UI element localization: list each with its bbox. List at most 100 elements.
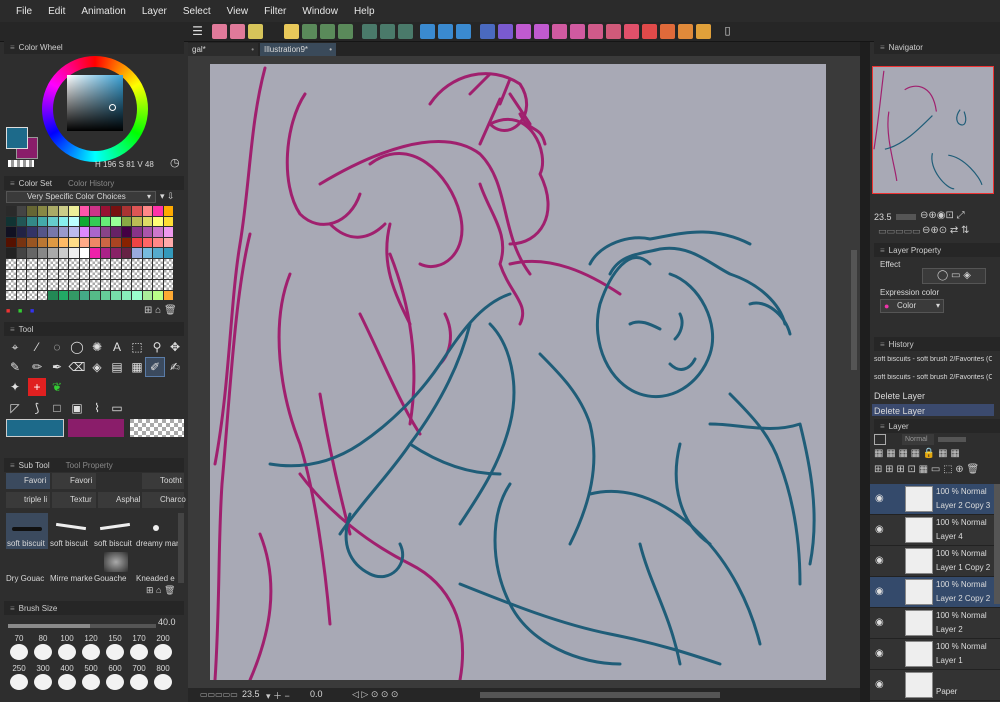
layer-row[interactable]: ◉ 100 % Normal Layer 1 Copy 2 [870, 546, 1000, 577]
empty-swatch[interactable] [69, 259, 79, 269]
brush-size-preset[interactable] [82, 644, 100, 660]
color-swatch[interactable] [163, 290, 173, 300]
brush-tool-icon[interactable]: ✒ [48, 358, 66, 376]
layer-icon-3[interactable] [338, 24, 353, 39]
history-item-3[interactable]: Delete Layer [874, 391, 925, 401]
figure-tool-icon[interactable]: ▦ [128, 358, 146, 376]
empty-swatch[interactable] [142, 280, 152, 290]
color-swatch[interactable] [153, 237, 163, 247]
navigator-rotate-buttons[interactable]: ⊖⊕⊙ ⇄ ⇅ [922, 225, 969, 236]
color-swatch[interactable] [58, 216, 68, 226]
empty-swatch[interactable] [16, 269, 26, 279]
color-swatch[interactable] [121, 290, 131, 300]
color-swatch[interactable] [69, 227, 79, 237]
effect-buttons[interactable]: ◯ ▭ ◈ [922, 268, 986, 284]
color-swatch[interactable] [132, 227, 142, 237]
blend-tool-icon[interactable]: ⌇ [88, 399, 106, 417]
eye-icon[interactable]: ◉ [875, 617, 884, 628]
color-swatch[interactable] [48, 206, 58, 216]
tab-illustration9[interactable]: Illustration9* • [260, 43, 336, 56]
eye-icon[interactable]: ◉ [875, 679, 884, 690]
red-plus-tool-icon[interactable]: + [28, 378, 46, 396]
color-swatch[interactable] [90, 237, 100, 247]
color-swatch[interactable] [121, 206, 131, 216]
brush-size-preset[interactable] [34, 674, 52, 690]
brush-size-preset[interactable] [10, 644, 28, 660]
color-swatch[interactable] [58, 227, 68, 237]
color-swatch[interactable] [37, 227, 47, 237]
brush-preset-4[interactable]: dreamy mar [136, 513, 179, 549]
expression-color-dropdown[interactable]: ● Color ▾ [880, 299, 944, 313]
color-swatch[interactable] [163, 237, 173, 247]
zoom-out-icon[interactable] [534, 24, 549, 39]
color-swatch[interactable] [90, 206, 100, 216]
empty-swatch[interactable] [48, 269, 58, 279]
layer-row[interactable]: ◉ 100 % Normal Layer 2 Copy 3 [870, 484, 1000, 515]
text-tool-icon[interactable]: A [108, 338, 126, 356]
color-swatch[interactable] [100, 206, 110, 216]
color-swatch[interactable] [16, 206, 26, 216]
empty-swatch[interactable] [153, 259, 163, 269]
color-swatch[interactable] [142, 290, 152, 300]
color-swatch[interactable] [69, 237, 79, 247]
empty-swatch[interactable] [48, 280, 58, 290]
color-set-action-icons[interactable]: ⊞ ⌂ 🗑 [144, 305, 177, 316]
color-swatch[interactable] [111, 237, 121, 247]
brush-preset-3[interactable]: soft biscuit [94, 513, 136, 549]
color-swatch[interactable] [37, 237, 47, 247]
brush-preset-5-label[interactable]: Dry Gouac [6, 574, 44, 583]
color-swatch[interactable] [163, 216, 173, 226]
color-swatch[interactable] [132, 248, 142, 258]
navigator-zoom-buttons[interactable]: ⊖⊕◉⊡ ⤢ [920, 210, 965, 221]
color-swatch[interactable] [27, 248, 37, 258]
empty-swatch[interactable] [27, 259, 37, 269]
drawing-canvas[interactable] [210, 64, 826, 680]
menu-view[interactable]: View [227, 6, 249, 17]
empty-swatch[interactable] [79, 259, 89, 269]
pencil-tool-icon[interactable]: ✏ [28, 358, 46, 376]
empty-swatch[interactable] [153, 269, 163, 279]
empty-swatch[interactable] [37, 269, 47, 279]
color-swatch[interactable] [90, 216, 100, 226]
empty-swatch[interactable] [90, 259, 100, 269]
color-swatch[interactable] [79, 248, 89, 258]
color-swatch[interactable] [58, 290, 68, 300]
color-swatch[interactable] [163, 206, 173, 216]
fill-tool-icon[interactable]: ◈ [88, 358, 106, 376]
brush-size-preset[interactable] [106, 644, 124, 660]
eye-icon[interactable]: ◉ [875, 493, 884, 504]
color-swatch[interactable] [121, 248, 131, 258]
empty-swatch[interactable] [27, 269, 37, 279]
brush-size-slider[interactable] [8, 624, 156, 628]
empty-swatch[interactable] [58, 269, 68, 279]
color-swatch[interactable] [132, 290, 142, 300]
color-swatch[interactable] [111, 248, 121, 258]
empty-swatch[interactable] [37, 259, 47, 269]
color-swatch[interactable] [142, 248, 152, 258]
color-swatch[interactable] [16, 237, 26, 247]
color-swatch[interactable] [37, 206, 47, 216]
empty-swatch[interactable] [27, 280, 37, 290]
color-swatch[interactable] [79, 237, 89, 247]
empty-swatch[interactable] [111, 269, 121, 279]
empty-swatch[interactable] [16, 259, 26, 269]
layer-scrollbar[interactable] [994, 484, 1000, 604]
menu-layer[interactable]: Layer [142, 6, 167, 17]
empty-swatch[interactable] [121, 259, 131, 269]
zoom-icon[interactable] [498, 24, 513, 39]
color-swatch[interactable] [163, 248, 173, 258]
empty-swatch[interactable] [132, 280, 142, 290]
pen-tool-icon[interactable]: ✎ [6, 358, 24, 376]
empty-swatch[interactable] [6, 259, 16, 269]
color-picker-cursor[interactable] [109, 104, 116, 111]
color-swatch[interactable] [132, 237, 142, 247]
transform-icon-3[interactable] [456, 24, 471, 39]
view-icon-1[interactable] [552, 24, 567, 39]
empty-swatch[interactable] [121, 280, 131, 290]
eye-icon[interactable]: ◉ [875, 555, 884, 566]
operation-tool-icon[interactable]: ⌖ [6, 338, 24, 356]
color-swatch[interactable] [111, 216, 121, 226]
subtool-group-charcoal[interactable]: Charco [142, 492, 186, 508]
eye-icon[interactable]: ◉ [875, 586, 884, 597]
brush-preset-1[interactable]: soft biscuit [6, 513, 48, 549]
